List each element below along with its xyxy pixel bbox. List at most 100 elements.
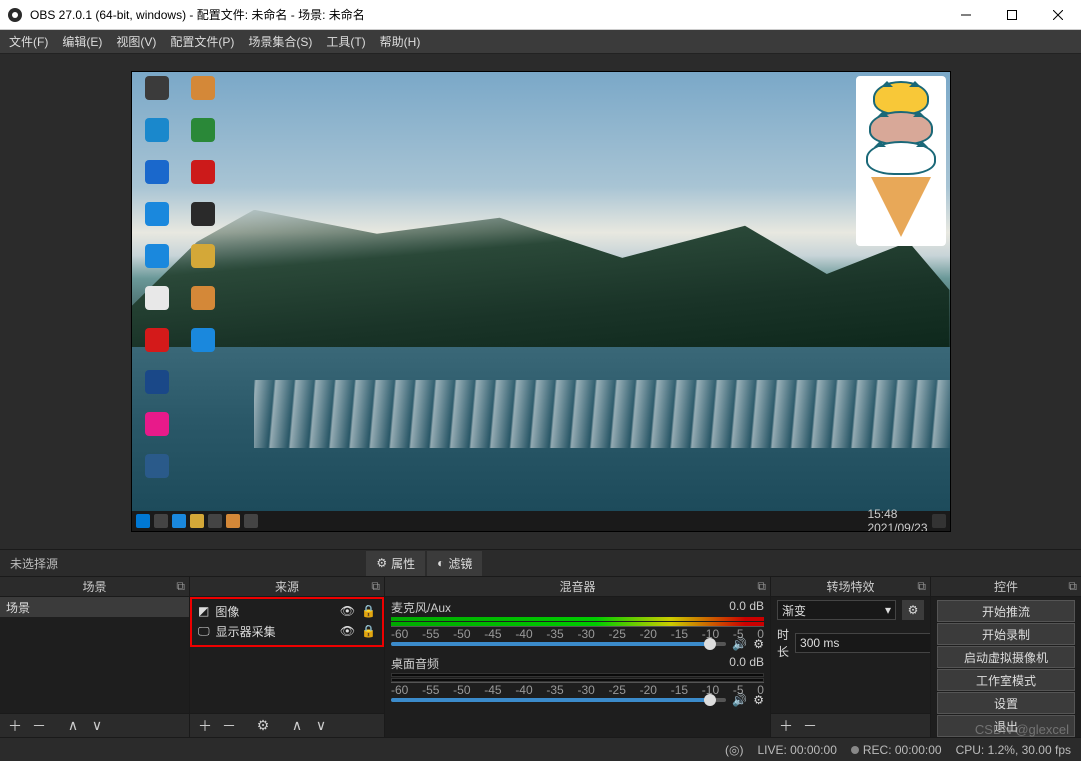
taskbar-clock: 15:482021/09/23 [867, 507, 927, 532]
studio-mode-button[interactable]: 工作室模式 [937, 669, 1075, 691]
preview-area: 15:482021/09/23 [0, 54, 1081, 549]
remove-source-button[interactable]: － [218, 716, 240, 736]
sources-toolbar: ＋ － ⚙ ∧ ∨ [190, 713, 384, 737]
lock-icon[interactable]: 🔒 [361, 604, 376, 618]
start-recording-button[interactable]: 开始录制 [937, 623, 1075, 645]
menu-help[interactable]: 帮助(H) [373, 30, 428, 53]
desktop-icon [182, 454, 224, 494]
audio-meter [391, 673, 764, 677]
transition-select[interactable]: 渐变 ▾ [777, 600, 896, 620]
window-maximize-button[interactable] [989, 0, 1035, 30]
sources-dock: 来源 ⧉ ◩ 图像 👁 🔒 🖵 显示器采集 👁 🔒 [190, 577, 385, 737]
watermark: CSDN @glexcel [975, 722, 1069, 737]
duration-input[interactable] [795, 633, 930, 653]
scene-down-button[interactable]: ∨ [86, 716, 108, 736]
lock-icon[interactable]: 🔒 [361, 624, 376, 638]
source-down-button[interactable]: ∨ [310, 716, 332, 736]
source-item-display-capture[interactable]: 🖵 显示器采集 👁 🔒 [192, 621, 382, 641]
source-properties-button[interactable]: ⚙ [252, 716, 274, 736]
desktop-icon [182, 412, 224, 452]
desktop-icons [136, 76, 224, 494]
image-source-overlay [856, 76, 946, 246]
desktop-icon [182, 244, 224, 284]
desktop-icon [136, 244, 178, 284]
scenes-list[interactable]: 场景 [0, 597, 189, 713]
desktop-icon [136, 286, 178, 326]
volume-slider[interactable] [391, 642, 726, 646]
add-scene-button[interactable]: ＋ [4, 716, 26, 736]
controls-dock: 控件 ⧉ 开始推流 开始录制 启动虚拟摄像机 工作室模式 设置 退出 [931, 577, 1081, 737]
filters-icon: ◐ [437, 556, 444, 570]
desktop-icon [136, 160, 178, 200]
speaker-icon[interactable]: 🔊 [732, 637, 747, 651]
dock-popout-icon[interactable]: ⧉ [917, 579, 926, 594]
taskbar-icon [208, 514, 222, 528]
desktop-icon [136, 76, 178, 116]
menu-view[interactable]: 视图(V) [109, 30, 163, 53]
start-icon [136, 514, 150, 528]
transitions-header: 转场特效 ⧉ [771, 577, 930, 597]
desktop-icon [136, 412, 178, 452]
menu-scene-collection[interactable]: 场景集合(S) [241, 30, 319, 53]
menu-edit[interactable]: 编辑(E) [55, 30, 109, 53]
dock-popout-icon[interactable]: ⧉ [757, 579, 766, 594]
speaker-icon[interactable]: 🔊 [732, 693, 747, 707]
network-icon: (◎) [725, 743, 743, 757]
visibility-icon[interactable]: 👁 [340, 624, 355, 638]
desktop-icon [182, 286, 224, 326]
dock-popout-icon[interactable]: ⧉ [176, 579, 185, 594]
transition-settings-button[interactable]: ⚙ [902, 600, 924, 620]
mixer-header: 混音器 ⧉ [385, 577, 770, 597]
notification-icon [932, 514, 946, 528]
source-up-button[interactable]: ∧ [286, 716, 308, 736]
scene-up-button[interactable]: ∧ [62, 716, 84, 736]
desktop-icon [136, 370, 178, 410]
channel-name: 桌面音频 [391, 655, 439, 672]
add-source-button[interactable]: ＋ [194, 716, 216, 736]
monitor-icon: 🖵 [198, 624, 210, 639]
channel-db: 0.0 dB [729, 655, 764, 672]
filters-button[interactable]: ◐ 滤镜 [427, 551, 482, 576]
dock-popout-icon[interactable]: ⧉ [1068, 579, 1077, 594]
window-minimize-button[interactable] [943, 0, 989, 30]
transitions-dock: 转场特效 ⧉ 渐变 ▾ ⚙ 时长 ＋ － [771, 577, 931, 737]
start-virtualcam-button[interactable]: 启动虚拟摄像机 [937, 646, 1075, 668]
settings-button[interactable]: 设置 [937, 692, 1075, 714]
menu-file[interactable]: 文件(F) [2, 30, 55, 53]
dock-popout-icon[interactable]: ⧉ [371, 579, 380, 594]
captured-taskbar: 15:482021/09/23 [132, 511, 950, 531]
menu-tools[interactable]: 工具(T) [319, 30, 372, 53]
visibility-icon[interactable]: 👁 [340, 604, 355, 618]
start-streaming-button[interactable]: 开始推流 [937, 600, 1075, 622]
no-source-selected-label: 未选择源 [0, 555, 68, 572]
channel-settings-button[interactable]: ⚙ [753, 693, 764, 707]
channel-settings-button[interactable]: ⚙ [753, 637, 764, 651]
mixer-dock: 混音器 ⧉ 麦克风/Aux0.0 dB -60-55-50-45-40-35-3… [385, 577, 771, 737]
scenes-dock: 场景 ⧉ 场景 ＋ － ∧ ∨ [0, 577, 190, 737]
sources-header: 来源 ⧉ [190, 577, 384, 597]
desktop-icon [136, 454, 178, 494]
volume-slider[interactable] [391, 698, 726, 702]
menubar: 文件(F) 编辑(E) 视图(V) 配置文件(P) 场景集合(S) 工具(T) … [0, 30, 1081, 54]
window-title: OBS 27.0.1 (64-bit, windows) - 配置文件: 未命名… [30, 6, 943, 23]
desktop-icon [136, 328, 178, 368]
preview-canvas[interactable]: 15:482021/09/23 [131, 71, 951, 532]
status-live: LIVE: 00:00:00 [757, 743, 836, 757]
properties-button[interactable]: ⚙ 属性 [366, 551, 425, 576]
taskbar-icon [190, 514, 204, 528]
mixer-body: 麦克风/Aux0.0 dB -60-55-50-45-40-35-30-25-2… [385, 597, 770, 737]
gear-icon: ⚙ [376, 556, 387, 570]
window-close-button[interactable] [1035, 0, 1081, 30]
rec-indicator-icon [851, 746, 859, 754]
remove-transition-button[interactable]: － [799, 716, 821, 736]
desktop-icon [182, 76, 224, 116]
sources-list[interactable]: ◩ 图像 👁 🔒 🖵 显示器采集 👁 🔒 [190, 597, 384, 713]
source-item-image[interactable]: ◩ 图像 👁 🔒 [192, 601, 382, 621]
transitions-body: 渐变 ▾ ⚙ 时长 [771, 597, 930, 713]
remove-scene-button[interactable]: － [28, 716, 50, 736]
image-icon: ◩ [198, 604, 209, 618]
menu-profile[interactable]: 配置文件(P) [163, 30, 241, 53]
add-transition-button[interactable]: ＋ [775, 716, 797, 736]
highlight-annotation: ◩ 图像 👁 🔒 🖵 显示器采集 👁 🔒 [190, 597, 384, 647]
scene-item[interactable]: 场景 [0, 597, 189, 617]
